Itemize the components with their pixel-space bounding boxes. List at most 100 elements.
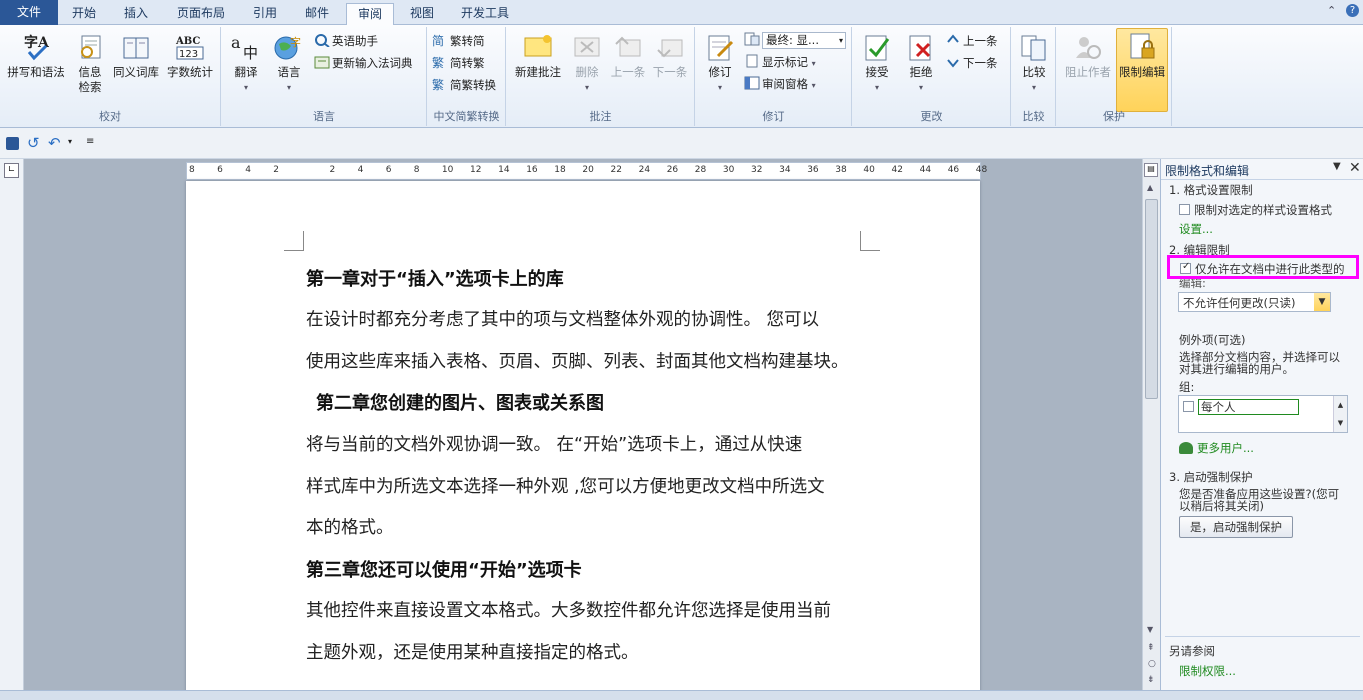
- traditional-to-simplified-button[interactable]: 简繁转简: [432, 31, 485, 51]
- vertical-scrollbar[interactable]: ▤ ▲ ▼ ⇞ ○ ⇟: [1142, 159, 1160, 700]
- translate-button[interactable]: a中 翻译 ▾: [224, 29, 268, 95]
- customize-toolbar-icon[interactable]: ≡: [86, 136, 94, 147]
- previous-comment-button[interactable]: 上一条: [607, 29, 649, 80]
- english-assistant-button[interactable]: 英语助手: [314, 31, 378, 51]
- undo-dropdown-icon[interactable]: ▾: [68, 137, 72, 146]
- group-language: a中 翻译 ▾ 字 语言 ▾ 英语助手 更新输入法词典 语言: [222, 27, 427, 126]
- format-restriction-checkbox-row[interactable]: 限制对选定的样式设置格式: [1179, 202, 1332, 218]
- simplified-to-traditional-button[interactable]: 繁简转繁: [432, 53, 485, 73]
- scrollbar-thumb[interactable]: [1145, 199, 1158, 399]
- show-markup-icon: [744, 54, 760, 68]
- reject-icon: [905, 31, 937, 63]
- group-tracking: 修订 ▾ 最终: 显... ▾ 显示标记 ▾ 审阅窗格 ▾ 修订: [696, 27, 852, 126]
- group-label-protect: 保护: [1103, 110, 1125, 123]
- group-item-everyone[interactable]: 每个人: [1183, 399, 1299, 415]
- group-label-language: 语言: [313, 110, 335, 123]
- next-comment-icon: [654, 31, 686, 63]
- editing-restriction-checkbox[interactable]: ✓: [1180, 261, 1191, 274]
- group-proofing: 字A 拼写和语法 信息 检索 同义词库 ABC 123 字数统计 校对: [0, 27, 221, 126]
- update-ime-dictionary-button[interactable]: 更新输入法词典: [314, 53, 413, 73]
- paragraph-line: 在设计时都充分考虑了其中的项与文档整体外观的协调性。 您可以: [306, 310, 820, 330]
- scroll-down-icon[interactable]: ▼: [1147, 625, 1153, 634]
- svg-text:a: a: [231, 33, 241, 52]
- tab-view[interactable]: 视图: [400, 3, 444, 25]
- previous-page-icon[interactable]: ⇞: [1147, 643, 1155, 653]
- ruler-number: 4: [357, 165, 364, 175]
- chinese-conversion-icon: 繁: [432, 77, 448, 92]
- restrict-editing-button[interactable]: 限制编辑: [1116, 28, 1168, 112]
- scroll-up-icon[interactable]: ▲: [1147, 183, 1153, 192]
- ruler-number: 34: [779, 165, 791, 175]
- tab-page-layout[interactable]: 页面布局: [170, 3, 232, 25]
- group-label-proofing: 校对: [99, 110, 121, 123]
- compare-icon: [1018, 31, 1050, 63]
- delete-comment-button[interactable]: 删除 ▾: [567, 29, 607, 95]
- spelling-grammar-button[interactable]: 字A 拼写和语法: [2, 29, 70, 80]
- block-authors-button[interactable]: 阻止作者: [1061, 29, 1115, 80]
- reject-dropdown-icon: ▾: [918, 83, 923, 92]
- ruler-number: 20: [582, 165, 594, 175]
- next-change-button[interactable]: 下一条: [945, 53, 998, 73]
- paragraph-line: 使用这些库来插入表格、页眉、页脚、列表、封面其他文档构建基块。: [306, 352, 849, 372]
- tab-review[interactable]: 审阅: [346, 3, 394, 26]
- compare-dropdown-icon: ▾: [1031, 83, 1036, 92]
- chinese-conversion-button[interactable]: 繁简繁转换: [432, 75, 496, 95]
- next-page-icon[interactable]: ⇟: [1147, 675, 1155, 685]
- margin-corner-top-left: [284, 231, 304, 251]
- group-protect: 阻止作者 限制编辑 保护: [1057, 27, 1172, 126]
- display-for-review-dropdown[interactable]: 最终: 显... ▾: [744, 30, 846, 50]
- tab-insert[interactable]: 插入: [114, 3, 158, 25]
- previous-change-button[interactable]: 上一条: [945, 31, 998, 51]
- new-comment-button[interactable]: 新建批注: [510, 29, 566, 80]
- accept-button[interactable]: 接受 ▾: [855, 29, 899, 95]
- start-enforcing-button[interactable]: 是，启动强制保护: [1179, 516, 1293, 538]
- pane-options-icon[interactable]: ▼: [1333, 161, 1341, 172]
- help-icon[interactable]: ?: [1346, 4, 1359, 17]
- redo-icon[interactable]: ↶: [48, 134, 61, 152]
- groups-list[interactable]: 每个人 ▲ ▼: [1178, 395, 1348, 433]
- ruler-toggle-icon[interactable]: ▤: [1144, 163, 1158, 177]
- next-comment-button[interactable]: 下一条: [649, 29, 691, 80]
- select-browse-object-icon[interactable]: ○: [1148, 659, 1156, 669]
- show-markup-button[interactable]: 显示标记 ▾: [744, 52, 816, 72]
- new-comment-icon: [522, 31, 554, 63]
- tab-mailings[interactable]: 邮件: [295, 3, 339, 25]
- simplified-to-traditional-icon: 繁: [432, 55, 448, 70]
- exceptions-heading: 例外项(可选): [1179, 333, 1246, 347]
- reviewing-pane-button[interactable]: 审阅窗格 ▾: [744, 74, 816, 94]
- research-button[interactable]: 信息 检索: [72, 29, 108, 95]
- restrict-permission-link[interactable]: 限制权限...: [1179, 663, 1236, 679]
- format-restriction-checkbox[interactable]: [1179, 204, 1190, 215]
- group-label-tracking: 修订: [762, 110, 785, 123]
- collapse-ribbon-icon[interactable]: ⌃: [1327, 4, 1336, 17]
- reject-button[interactable]: 拒绝 ▾: [899, 29, 943, 95]
- tab-file[interactable]: 文件: [0, 0, 58, 25]
- thesaurus-button[interactable]: 同义词库: [110, 29, 162, 80]
- track-changes-button[interactable]: 修订 ▾: [698, 29, 742, 95]
- tab-developer[interactable]: 开发工具: [452, 3, 518, 25]
- tab-selector-icon[interactable]: ∟: [4, 163, 19, 178]
- paragraph-line: 样式库中为所选文本选择一种外观 ,您可以方便地更改文档中所选文: [306, 477, 825, 497]
- svg-text:繁: 繁: [432, 55, 444, 69]
- tab-references[interactable]: 引用: [243, 3, 287, 25]
- word-count-button[interactable]: ABC 123 字数统计: [163, 29, 217, 80]
- undo-icon[interactable]: ↺: [27, 134, 40, 152]
- editing-type-select[interactable]: 不允许任何更改(只读) ▼: [1178, 292, 1331, 312]
- paragraph-line: 将与当前的文档外观协调一致。 在“开始”选项卡上，通过从快速: [306, 435, 803, 455]
- ime-dictionary-icon: [314, 55, 330, 69]
- horizontal-ruler[interactable]: 8 6 4 2 2 4 6 8 10 12 14 16 18 20 22 24 26 28 30 32 34 36 38 40…: [186, 162, 987, 180]
- document-page[interactable]: 第一章对于“插入”选项卡上的库 在设计时都充分考虑了其中的项与文档整体外观的协调…: [186, 181, 980, 700]
- ruler-number: 32: [751, 165, 763, 175]
- quick-access-toolbar: ↺ ↶ ▾ ≡: [0, 128, 1363, 159]
- save-icon[interactable]: [6, 137, 19, 150]
- editing-restriction-checkbox-row[interactable]: ✓ 仅允许在文档中进行此类型的: [1167, 255, 1359, 279]
- tab-home[interactable]: 开始: [62, 3, 106, 25]
- everyone-checkbox[interactable]: [1183, 401, 1194, 412]
- editing-type-dropdown-icon[interactable]: ▼: [1314, 293, 1330, 311]
- compare-button[interactable]: 比较 ▾: [1014, 29, 1054, 95]
- pane-close-icon[interactable]: ✕: [1349, 160, 1361, 176]
- language-button[interactable]: 字 语言 ▾: [268, 29, 310, 95]
- more-users-link[interactable]: 更多用户...: [1179, 440, 1254, 456]
- groups-list-scrollbar[interactable]: ▲ ▼: [1333, 396, 1347, 432]
- format-settings-link[interactable]: 设置...: [1179, 221, 1213, 237]
